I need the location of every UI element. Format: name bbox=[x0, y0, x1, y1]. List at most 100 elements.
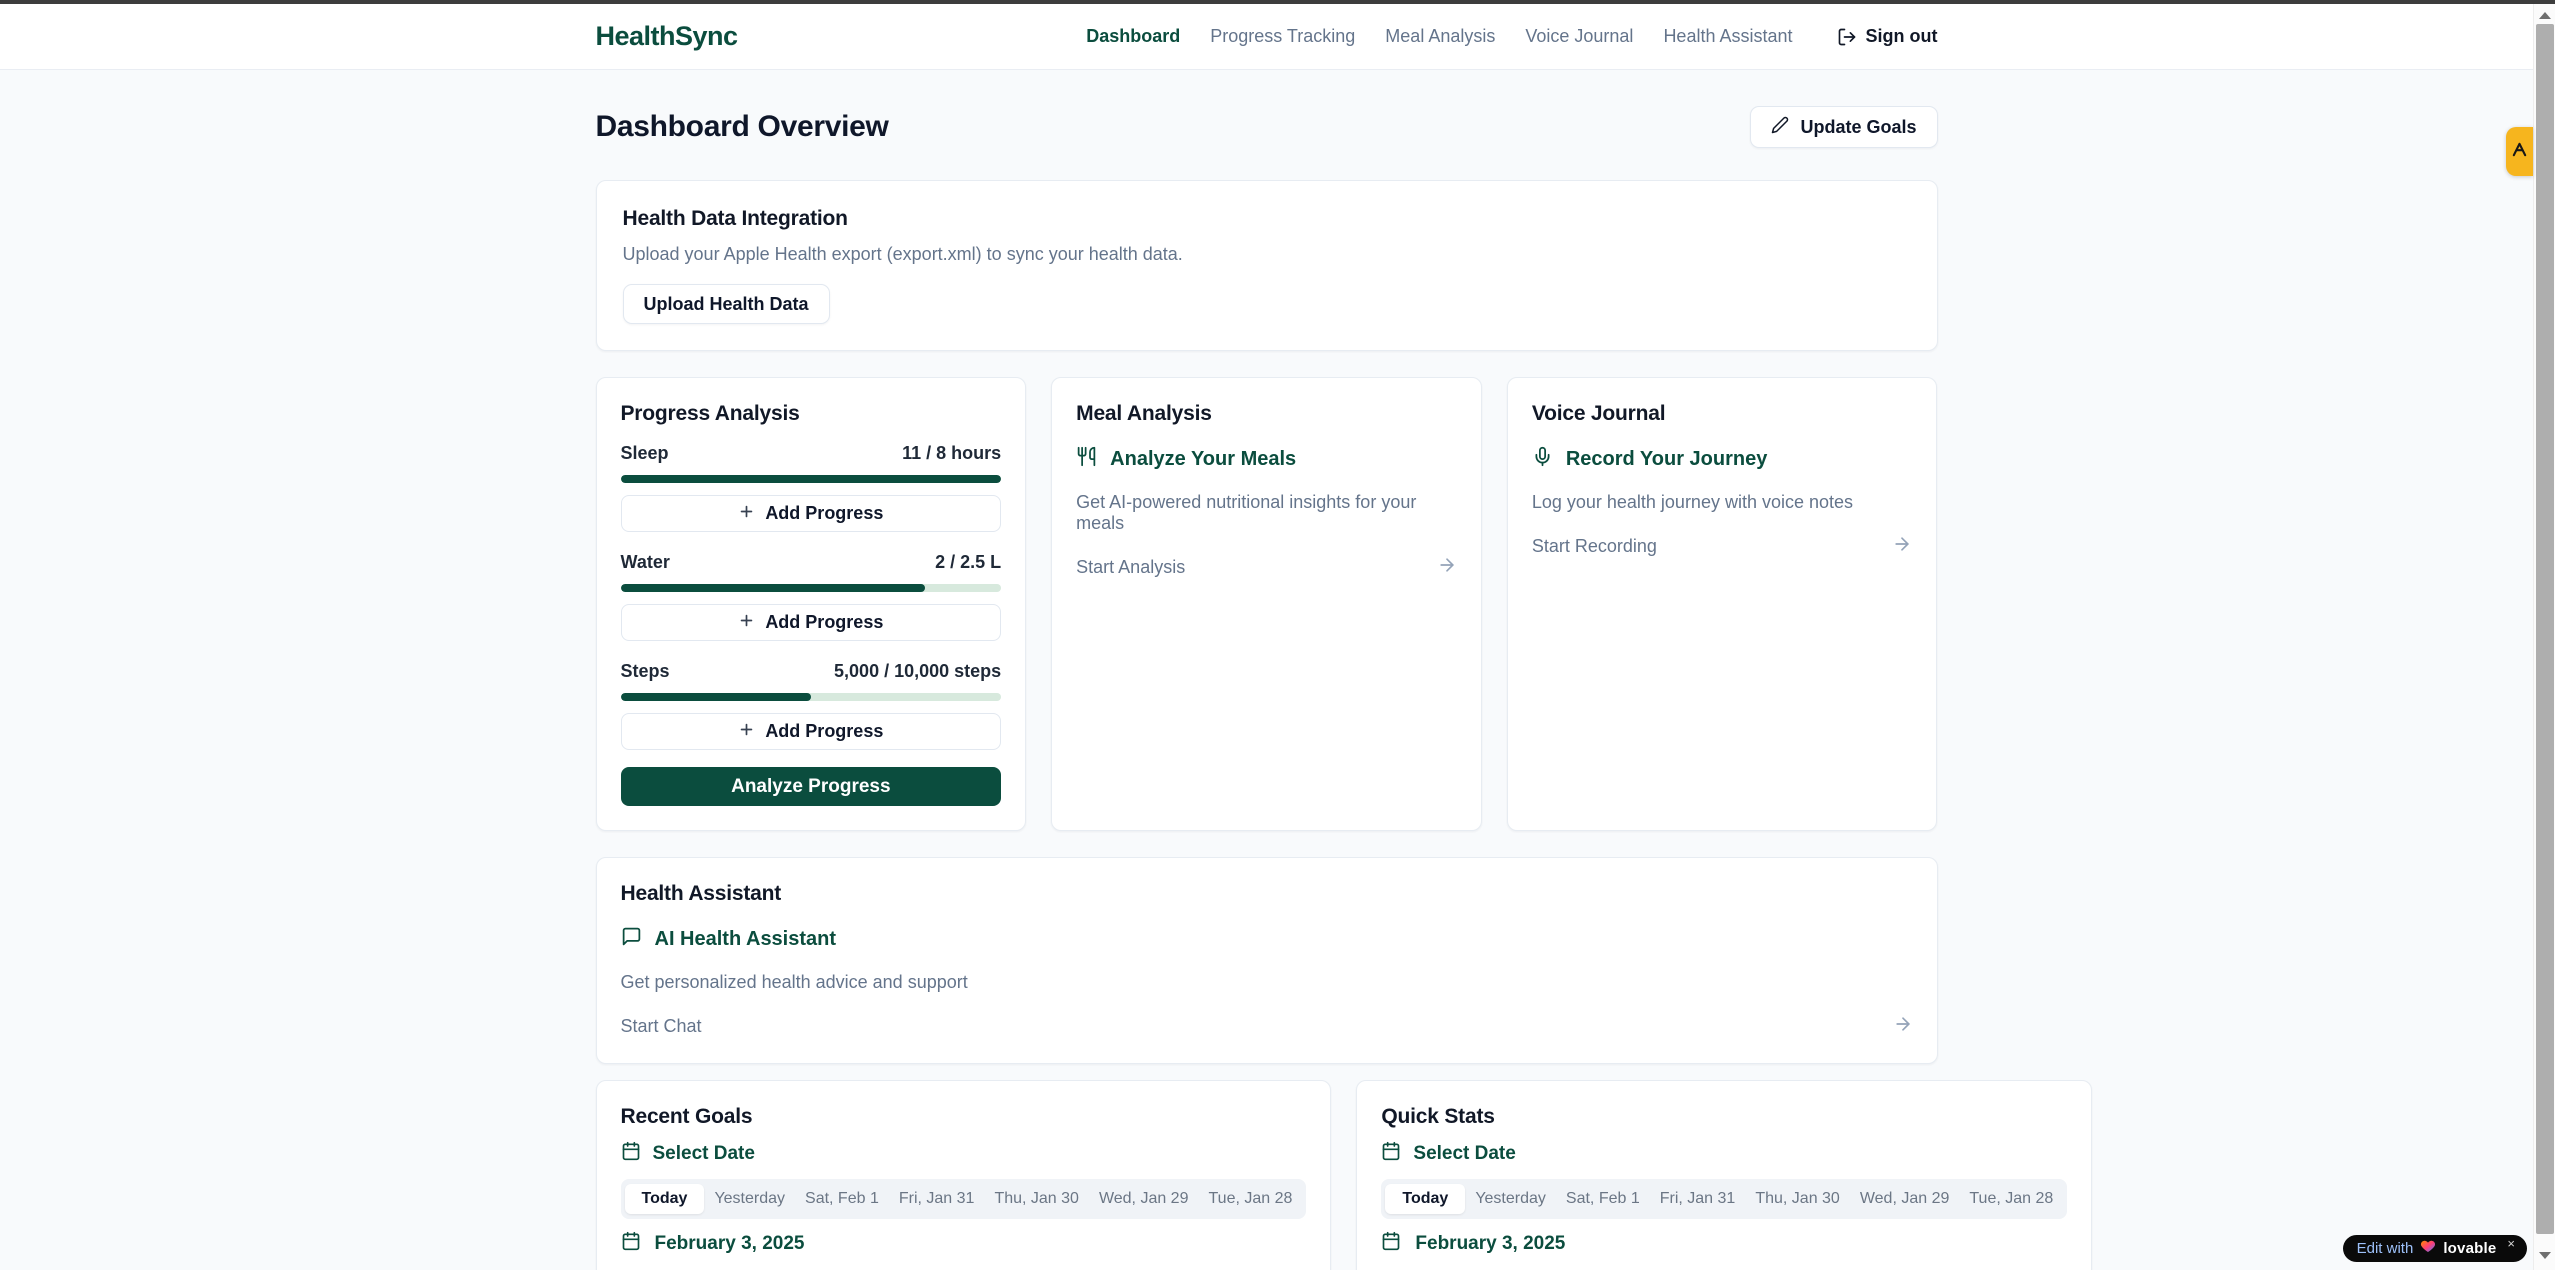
nav-item-voice-journal[interactable]: Voice Journal bbox=[1525, 26, 1633, 47]
date-tab-sat-feb-1[interactable]: Sat, Feb 1 bbox=[795, 1184, 889, 1214]
recent-goals-select-date[interactable]: Select Date bbox=[621, 1141, 1307, 1167]
scrollbar-up-button[interactable] bbox=[2534, 6, 2555, 24]
quick-stats-card: Quick Stats Select Date Today Yesterday … bbox=[1356, 1080, 2092, 1270]
recent-goals-date-tabs: Today Yesterday Sat, Feb 1 Fri, Jan 31 T… bbox=[621, 1179, 1307, 1219]
metric-steps: Steps 5,000 / 10,000 steps Add Progress bbox=[621, 661, 1002, 750]
extension-logo-icon bbox=[2511, 141, 2528, 163]
sign-out-button[interactable]: Sign out bbox=[1837, 26, 1938, 47]
add-progress-button-steps[interactable]: Add Progress bbox=[621, 713, 1002, 750]
metric-label: Steps bbox=[621, 661, 670, 682]
nav-item-progress-tracking[interactable]: Progress Tracking bbox=[1210, 26, 1355, 47]
metric-label: Sleep bbox=[621, 443, 669, 464]
date-tab-sat-feb-1[interactable]: Sat, Feb 1 bbox=[1556, 1184, 1650, 1214]
analyze-your-meals-link[interactable]: Analyze Your Meals bbox=[1076, 446, 1457, 473]
health-assistant-description: Get personalized health advice and suppo… bbox=[621, 972, 1913, 993]
calendar-icon bbox=[1381, 1141, 1401, 1167]
start-analysis-link[interactable]: Start Analysis bbox=[1076, 555, 1457, 580]
date-tab-yesterday[interactable]: Yesterday bbox=[704, 1184, 795, 1214]
date-tab-thu-jan-30[interactable]: Thu, Jan 30 bbox=[1745, 1184, 1850, 1214]
date-tab-tue-jan-28[interactable]: Tue, Jan 28 bbox=[1959, 1184, 2063, 1214]
app-logo[interactable]: HealthSync bbox=[596, 21, 738, 52]
metric-value: 2 / 2.5 L bbox=[935, 552, 1001, 573]
calendar-icon bbox=[621, 1231, 641, 1257]
health-assistant-title: Health Assistant bbox=[621, 882, 1913, 906]
triangle-up-icon bbox=[2539, 12, 2551, 19]
heart-icon bbox=[2420, 1238, 2436, 1259]
metric-value: 11 / 8 hours bbox=[902, 443, 1001, 464]
sleep-progress-bar bbox=[621, 475, 1002, 483]
metric-label: Water bbox=[621, 552, 670, 573]
metric-sleep: Sleep 11 / 8 hours Add Progress bbox=[621, 443, 1002, 532]
recent-goals-card: Recent Goals Select Date Today Yesterday… bbox=[596, 1080, 1332, 1270]
update-goals-button[interactable]: Update Goals bbox=[1750, 106, 1937, 148]
browser-extension-side-tab[interactable] bbox=[2506, 127, 2533, 176]
water-progress-bar bbox=[621, 584, 1002, 592]
arrow-right-icon bbox=[1892, 534, 1912, 559]
start-recording-link[interactable]: Start Recording bbox=[1532, 534, 1913, 559]
upload-health-data-button[interactable]: Upload Health Data bbox=[623, 284, 830, 324]
voice-journal-description: Log your health journey with voice notes bbox=[1532, 492, 1913, 513]
main-nav: Dashboard Progress Tracking Meal Analysi… bbox=[1086, 26, 1937, 47]
analyze-progress-button[interactable]: Analyze Progress bbox=[621, 767, 1002, 806]
utensils-icon bbox=[1076, 446, 1097, 473]
plus-icon bbox=[738, 612, 755, 634]
triangle-down-icon bbox=[2539, 1252, 2551, 1259]
record-your-journey-link[interactable]: Record Your Journey bbox=[1532, 446, 1913, 473]
nav-item-meal-analysis[interactable]: Meal Analysis bbox=[1385, 26, 1495, 47]
recent-goals-title: Recent Goals bbox=[621, 1105, 1307, 1129]
nav-item-health-assistant[interactable]: Health Assistant bbox=[1663, 26, 1792, 47]
health-data-integration-card: Health Data Integration Upload your Appl… bbox=[596, 180, 1938, 351]
badge-close-icon[interactable]: × bbox=[2507, 1236, 2515, 1251]
date-tab-today[interactable]: Today bbox=[625, 1184, 705, 1214]
microphone-icon bbox=[1532, 446, 1553, 473]
meal-analysis-title: Meal Analysis bbox=[1076, 402, 1457, 426]
progress-analysis-title: Progress Analysis bbox=[621, 402, 1002, 426]
scrollbar-thumb[interactable] bbox=[2536, 24, 2554, 1234]
nav-item-dashboard[interactable]: Dashboard bbox=[1086, 26, 1180, 47]
date-tab-yesterday[interactable]: Yesterday bbox=[1465, 1184, 1556, 1214]
voice-journal-title: Voice Journal bbox=[1532, 402, 1913, 426]
integration-title: Health Data Integration bbox=[623, 207, 1911, 231]
metric-value: 5,000 / 10,000 steps bbox=[834, 661, 1001, 682]
date-tab-tue-jan-28[interactable]: Tue, Jan 28 bbox=[1198, 1184, 1302, 1214]
pencil-icon bbox=[1771, 116, 1789, 139]
meal-analysis-card: Meal Analysis Analyze Your Meals Get AI-… bbox=[1051, 377, 1482, 831]
add-progress-button-water[interactable]: Add Progress bbox=[621, 604, 1002, 641]
calendar-icon bbox=[621, 1141, 641, 1167]
add-progress-button-sleep[interactable]: Add Progress bbox=[621, 495, 1002, 532]
date-tab-thu-jan-30[interactable]: Thu, Jan 30 bbox=[984, 1184, 1089, 1214]
date-tab-wed-jan-29[interactable]: Wed, Jan 29 bbox=[1850, 1184, 1960, 1214]
recent-goals-selected-date: February 3, 2025 bbox=[621, 1231, 1307, 1257]
arrow-right-icon bbox=[1437, 555, 1457, 580]
date-tab-wed-jan-29[interactable]: Wed, Jan 29 bbox=[1089, 1184, 1199, 1214]
meal-analysis-description: Get AI-powered nutritional insights for … bbox=[1076, 492, 1457, 534]
edit-with-lovable-badge[interactable]: Edit with lovable × bbox=[2343, 1235, 2527, 1262]
calendar-icon bbox=[1381, 1231, 1401, 1257]
progress-analysis-card: Progress Analysis Sleep 11 / 8 hours Add… bbox=[596, 377, 1027, 831]
arrow-right-icon bbox=[1893, 1014, 1913, 1039]
integration-description: Upload your Apple Health export (export.… bbox=[623, 244, 1911, 265]
quick-stats-title: Quick Stats bbox=[1381, 1105, 2067, 1129]
chat-bubble-icon bbox=[621, 926, 642, 953]
logout-icon bbox=[1837, 27, 1857, 47]
plus-icon bbox=[738, 721, 755, 743]
voice-journal-card: Voice Journal Record Your Journey Log yo… bbox=[1507, 377, 1938, 831]
steps-progress-bar bbox=[621, 693, 1002, 701]
start-chat-link[interactable]: Start Chat bbox=[621, 1014, 1913, 1039]
date-tab-fri-jan-31[interactable]: Fri, Jan 31 bbox=[889, 1184, 985, 1214]
health-assistant-card: Health Assistant AI Health Assistant Get… bbox=[596, 857, 1938, 1064]
header: HealthSync Dashboard Progress Tracking M… bbox=[0, 4, 2533, 70]
quick-stats-select-date[interactable]: Select Date bbox=[1381, 1141, 2067, 1167]
date-tab-today[interactable]: Today bbox=[1385, 1184, 1465, 1214]
scrollbar-down-button[interactable] bbox=[2534, 1246, 2555, 1264]
ai-health-assistant-link[interactable]: AI Health Assistant bbox=[621, 926, 1913, 953]
date-tab-fri-jan-31[interactable]: Fri, Jan 31 bbox=[1650, 1184, 1746, 1214]
plus-icon bbox=[738, 503, 755, 525]
browser-top-strip bbox=[0, 0, 2555, 4]
app-root: HealthSync Dashboard Progress Tracking M… bbox=[0, 4, 2533, 1270]
vertical-scrollbar[interactable] bbox=[2533, 4, 2555, 1270]
quick-stats-selected-date: February 3, 2025 bbox=[1381, 1231, 2067, 1257]
metric-water: Water 2 / 2.5 L Add Progress bbox=[621, 552, 1002, 641]
quick-stats-date-tabs: Today Yesterday Sat, Feb 1 Fri, Jan 31 T… bbox=[1381, 1179, 2067, 1219]
main-content: Dashboard Overview Update Goals Health D… bbox=[0, 70, 2533, 1270]
